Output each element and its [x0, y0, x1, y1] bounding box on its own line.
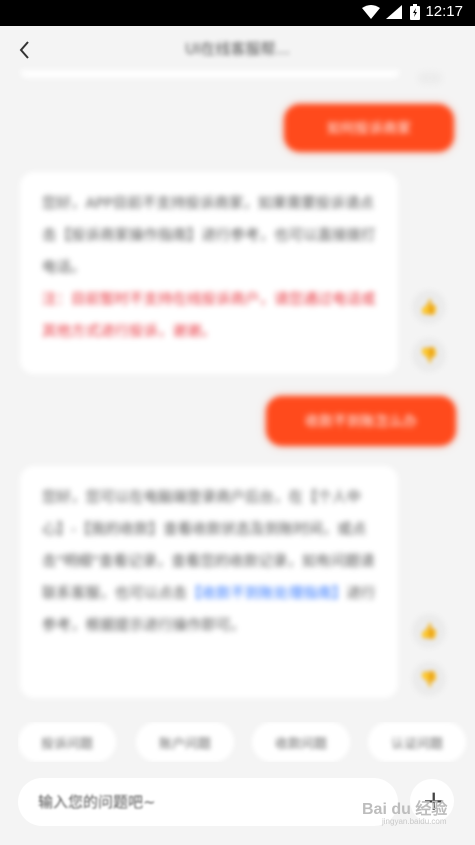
- watermark-logo: Bai du 经验: [362, 801, 448, 818]
- bot-message-note: 注：目前暂时不支持在线投诉商户，请您通过电话或其他方式进行投诉，谢谢。: [42, 292, 376, 340]
- quick-reply-chip[interactable]: 认证问题: [368, 722, 466, 762]
- signal-icon: [386, 5, 402, 19]
- message-input-box: [18, 778, 398, 826]
- user-message: 收款不到账怎么办: [266, 396, 456, 446]
- clock: 12:17: [425, 3, 463, 20]
- thumbs-up-icon: 👍: [419, 622, 439, 640]
- thumbs-up-icon: 👍: [419, 298, 439, 316]
- thumbs-up-button[interactable]: 👍: [412, 290, 446, 324]
- user-message: 如何投诉商家: [284, 104, 454, 152]
- wifi-icon: [362, 5, 380, 19]
- quick-reply-chip[interactable]: 投诉问题: [18, 722, 116, 762]
- status-bar: 12:17: [0, 0, 475, 26]
- guide-link[interactable]: 【收款不到账处理指南】: [187, 586, 347, 602]
- quick-reply-bar: 投诉问题 账户问题 收款问题 认证问题: [18, 722, 475, 762]
- thumbs-down-button[interactable]: 👎: [412, 338, 446, 372]
- chevron-left-icon: [19, 41, 29, 59]
- bot-message: 您好，APP目前不支持投诉商家，如果需要投诉请点击【投诉商家操作指南】进行参考，…: [20, 172, 398, 374]
- thumbs-down-icon: 👎: [419, 670, 439, 688]
- back-button[interactable]: [14, 38, 36, 62]
- previous-feedback-edge: [418, 72, 442, 84]
- watermark-url: jingyan.baidu.com: [382, 817, 447, 826]
- nav-bar: UI在线客服帮...: [0, 26, 475, 74]
- thumbs-down-icon: 👎: [419, 346, 439, 364]
- thumbs-down-button[interactable]: 👎: [412, 662, 446, 696]
- thumbs-up-button[interactable]: 👍: [412, 614, 446, 648]
- battery-icon: [410, 4, 420, 20]
- quick-reply-chip[interactable]: 账户问题: [136, 722, 234, 762]
- bot-message: 您好，您可以在电脑端登录商户后台，在【个人中心】-【我的收款】查看收款状态及到账…: [20, 466, 398, 698]
- quick-reply-chip[interactable]: 收款问题: [252, 722, 350, 762]
- page-title: UI在线客服帮...: [185, 40, 290, 58]
- message-input[interactable]: [38, 788, 378, 816]
- previous-message-edge: [20, 70, 400, 78]
